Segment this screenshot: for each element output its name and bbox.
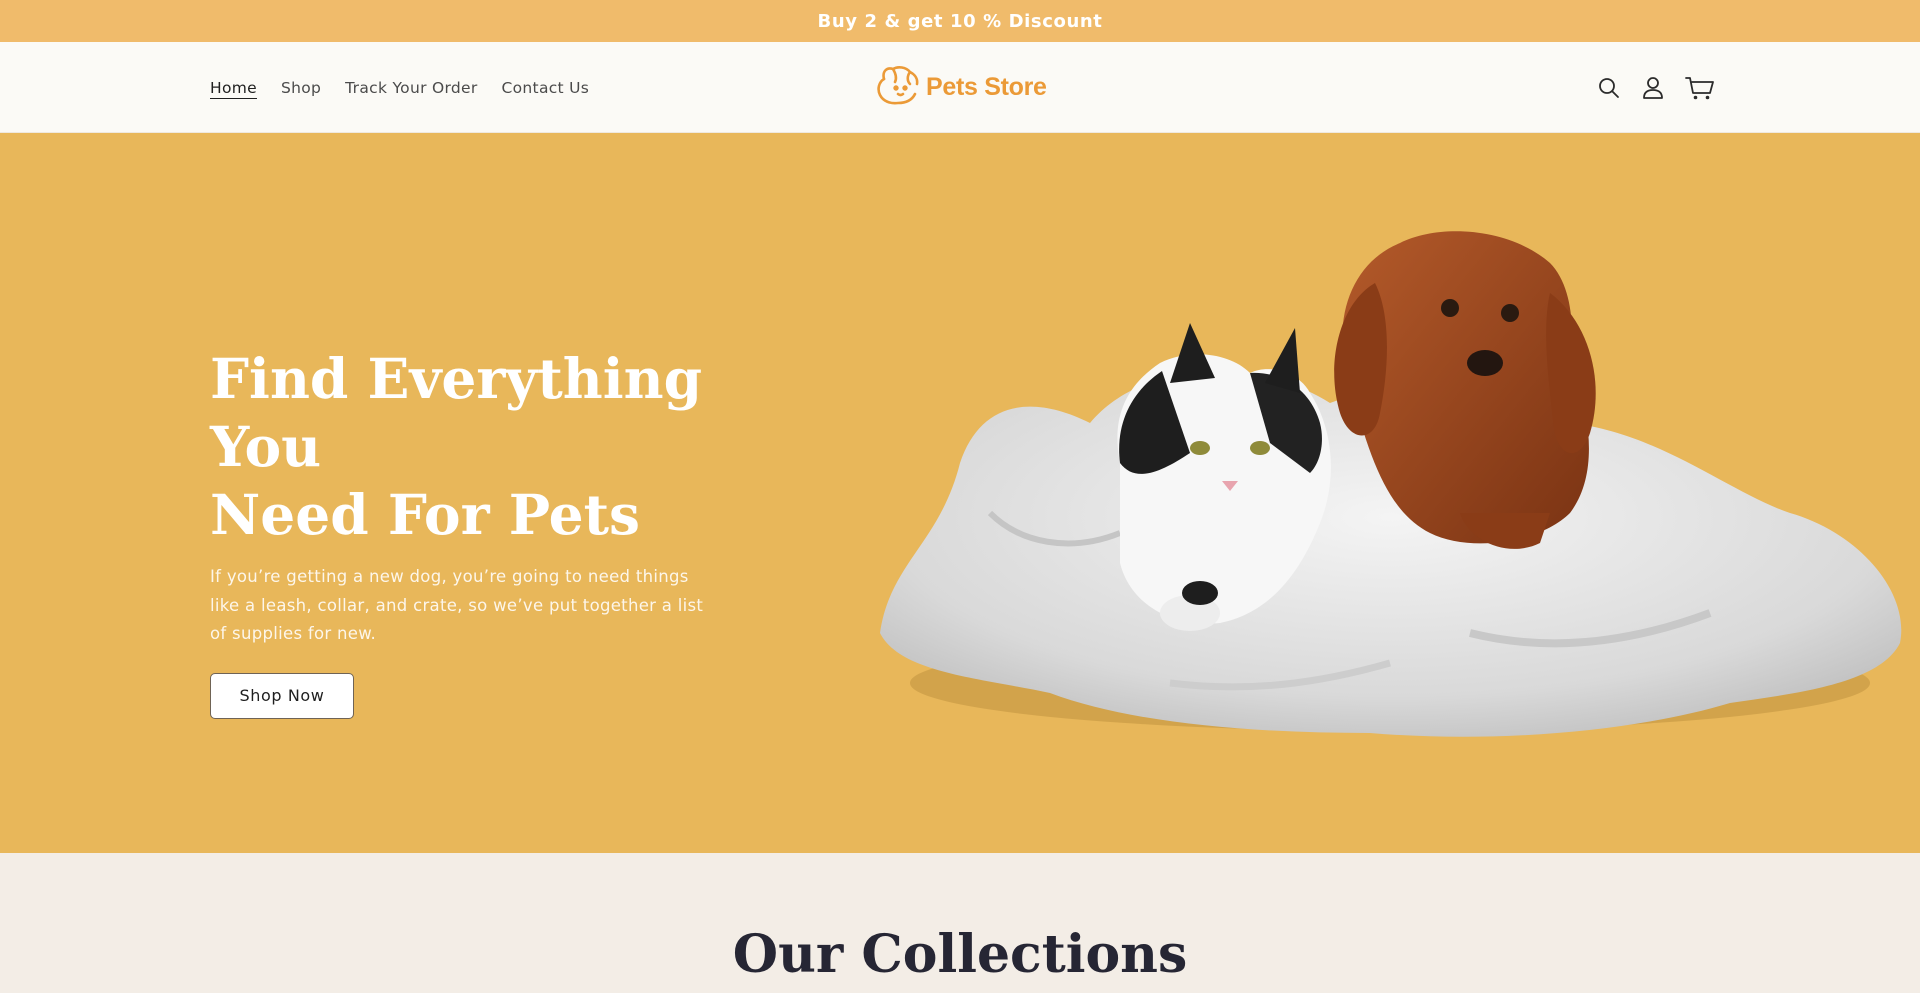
nav-home[interactable]: Home <box>210 79 257 97</box>
main-nav: Home Shop Track Your Order Contact Us <box>210 42 589 133</box>
logo-text: Pets Store <box>926 72 1047 101</box>
announcement-text: Buy 2 & get 10 % Discount <box>817 10 1103 32</box>
site-logo[interactable]: Pets Store <box>874 64 1047 110</box>
collections-title: Our Collections <box>732 924 1188 985</box>
hero-banner: Find Everything You Need For Pets If you… <box>0 133 1920 853</box>
collections-section: Our Collections <box>0 853 1920 993</box>
cat-and-dog-illustration <box>880 231 1902 737</box>
hero-text-block: Find Everything You Need For Pets If you… <box>210 345 770 719</box>
announcement-bar: Buy 2 & get 10 % Discount <box>0 0 1920 42</box>
hero-title-line-1: Find Everything You <box>210 346 703 479</box>
nav-track-order[interactable]: Track Your Order <box>345 79 477 97</box>
pet-face-logo-icon <box>874 65 922 109</box>
nav-contact-us[interactable]: Contact Us <box>502 79 590 97</box>
hero-title-line-2: Need For Pets <box>210 482 640 547</box>
shop-now-button[interactable]: Shop Now <box>210 672 354 719</box>
header-icons <box>1597 42 1715 133</box>
nav-shop[interactable]: Shop <box>281 79 321 97</box>
hero-pets-image <box>870 213 1920 773</box>
search-icon[interactable] <box>1597 74 1621 102</box>
hero-title: Find Everything You Need For Pets <box>210 345 770 549</box>
cart-icon[interactable] <box>1685 74 1715 102</box>
hero-subtitle: If you’re getting a new dog, you’re goin… <box>210 567 704 643</box>
account-icon[interactable] <box>1641 74 1665 102</box>
site-header: Home Shop Track Your Order Contact Us Pe… <box>0 42 1920 133</box>
